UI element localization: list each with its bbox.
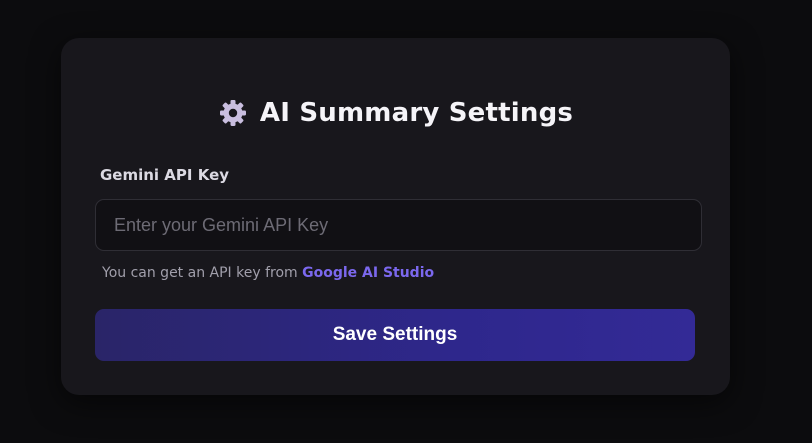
page-title: AI Summary Settings [259, 98, 574, 128]
save-settings-button[interactable]: Save Settings [95, 309, 695, 361]
api-key-input[interactable] [95, 199, 702, 251]
api-key-hint: You can get an API key from Google AI St… [102, 265, 434, 281]
settings-card: AI Summary Settings Gemini API Key You c… [61, 38, 730, 395]
settings-header: AI Summary Settings [61, 98, 730, 128]
api-key-label: Gemini API Key [100, 166, 230, 184]
hint-text: You can get an API key from [102, 265, 303, 281]
gear-icon [218, 98, 248, 128]
google-ai-studio-link[interactable]: Google AI Studio [302, 265, 434, 281]
